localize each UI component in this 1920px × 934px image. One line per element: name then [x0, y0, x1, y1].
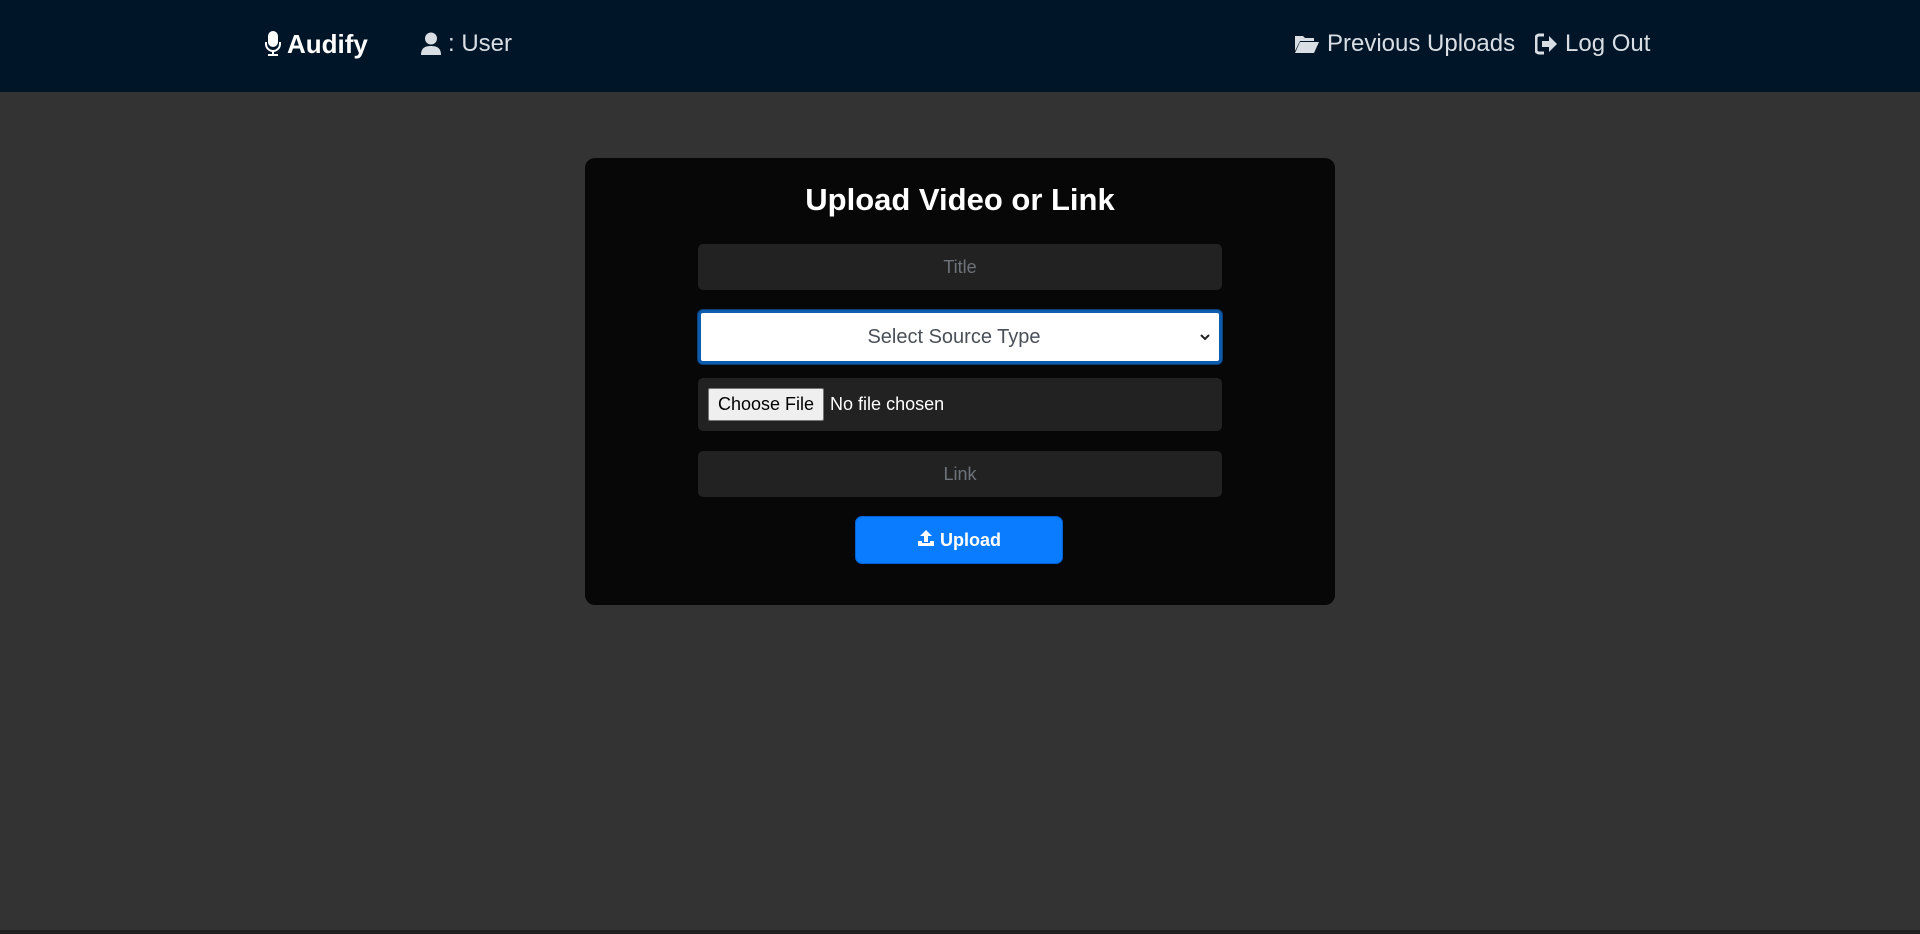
navbar: Audify : User Previous Uploads Log Out: [0, 0, 1920, 92]
upload-button[interactable]: Upload: [855, 516, 1063, 564]
upload-heading: Upload Video or Link: [805, 182, 1115, 217]
brand-label: Audify: [287, 28, 368, 59]
brand-link[interactable]: Audify: [265, 0, 368, 88]
user-menu[interactable]: : User: [420, 0, 512, 88]
folder-open-icon: [1294, 34, 1327, 54]
previous-uploads-link[interactable]: Previous Uploads: [1294, 0, 1515, 88]
file-input: Choose File No file chosen: [698, 378, 1222, 431]
upload-label: Upload: [940, 529, 1001, 550]
upload-icon: [917, 529, 940, 552]
source-type-selected: Select Source Type: [867, 325, 1041, 348]
source-type-select[interactable]: Select Source Type: [698, 310, 1222, 364]
upload-card: Upload Video or Link Select Source Type …: [585, 158, 1335, 605]
user-label: : User: [448, 30, 513, 57]
previous-uploads-label: Previous Uploads: [1327, 30, 1516, 57]
user-icon: [420, 32, 448, 56]
choose-file-button[interactable]: Choose File: [708, 388, 825, 421]
file-status: No file chosen: [830, 394, 945, 414]
link-input[interactable]: [698, 451, 1222, 497]
logout-link[interactable]: Log Out: [1535, 0, 1650, 88]
sign-out-icon: [1535, 33, 1565, 55]
microphone-icon: [265, 31, 287, 57]
logout-label: Log Out: [1565, 30, 1651, 57]
title-input[interactable]: [698, 244, 1222, 290]
chevron-down-icon: [1199, 330, 1211, 348]
bottom-divider: [0, 930, 1920, 934]
